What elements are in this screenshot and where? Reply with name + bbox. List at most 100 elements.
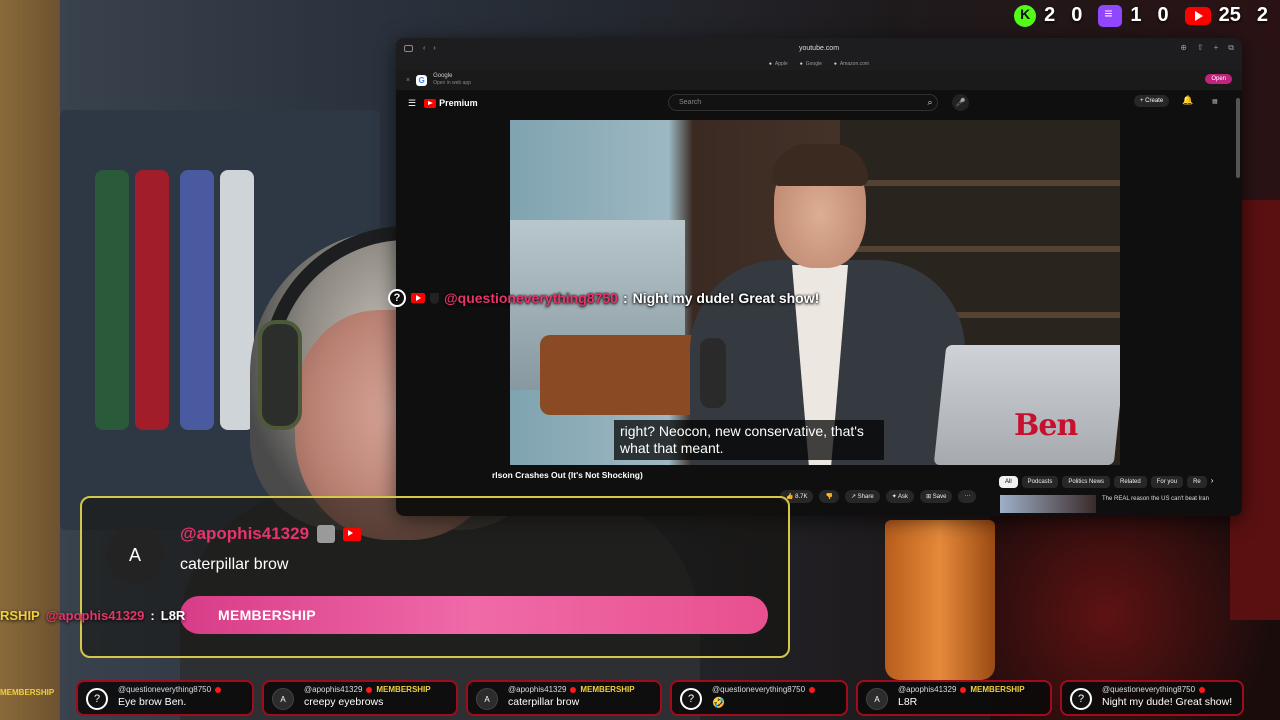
share-button[interactable]: ↗ Share [844,490,880,503]
twitch-viewers: 0 [1157,4,1169,26]
question-mark-avatar-icon: ? [1070,688,1092,710]
ticker-item: ? @questioneverything8750 🤣 [670,680,848,716]
webcam-shirt [180,170,214,430]
browser-toolbar: ‹ › youtube.com ⊕ ⇧ + ⧉ [396,38,1242,58]
youtube-badge-icon [960,686,967,693]
highlight-username-row: @apophis41329 [180,524,362,544]
search-input[interactable]: Search [668,94,938,111]
highlight-username: @apophis41329 [180,524,310,543]
ticker-message: caterpillar brow [508,696,580,708]
member-badge-icon [317,525,336,543]
webcam-cup [885,520,995,680]
twitch-followers: 1 [1130,4,1142,26]
banner-title: Google [433,73,453,79]
chip-politics-news[interactable]: Politics News [1062,476,1111,488]
youtube-badge-icon [215,686,222,693]
youtube-logo[interactable]: Premium [424,98,478,108]
youtube-badge-icon [366,686,373,693]
youtube-icon [1184,6,1211,25]
ticker-member-label: MEMBERSHIP [580,685,635,694]
youtube-play-icon [424,98,437,108]
menu-icon[interactable]: ☰ [408,98,416,109]
banner-subtitle: Open in web app [433,80,471,86]
twitch-icon [1098,4,1123,27]
video-microphone [700,338,726,408]
create-button[interactable]: + Create [1134,95,1170,107]
highlight-message: caterpillar brow [180,556,289,573]
ask-button[interactable]: ✦ Ask [885,490,915,503]
video-actions: 👍 8.7K 👎 ↗ Share ✦ Ask ⊞ Save ··· [780,490,977,503]
more-button[interactable]: ··· [958,490,977,503]
voice-search-icon[interactable]: 🎤 [952,94,969,111]
ticker-item: A @apophis41329 MEMBERSHIP creepy eyebrow… [262,680,458,716]
scrollbar[interactable] [1236,98,1240,178]
chat-separator: : [622,290,628,306]
search-icon[interactable]: ⌕ [918,94,942,111]
webcam-shirt [135,170,169,430]
webcam-shirt [220,170,254,430]
kick-icon [1014,4,1037,27]
headset-earcup [258,320,302,430]
side-chat-username: @apophis41329 [45,608,145,623]
youtube-badge-icon [809,686,816,693]
chat-message: Night my dude! Great show! [632,290,820,306]
side-chat-separator: : [150,608,155,623]
side-chat-prefix: RSHIP [0,608,40,623]
bookmark-item[interactable]: Apple [769,61,788,67]
bookmark-item[interactable]: Amazon.com [834,61,869,67]
chip-podcasts[interactable]: Podcasts [1021,476,1059,488]
chip-all[interactable]: All [999,476,1018,488]
ticker-message: 🤣 [712,697,726,709]
webcam-shirt [95,170,129,430]
youtube-badge-icon [343,527,362,541]
chip-for-you[interactable]: For you [1150,476,1184,488]
kick-viewers: 0 [1071,4,1083,26]
ticker-message: L8R [898,696,918,708]
side-chat-line: RSHIP @apophis41329 : L8R [0,608,185,623]
recommended-title: The REAL reason the US can't beat Iran [1102,496,1209,502]
platform-stats: 2 0 1 0 25 2 [1014,4,1268,27]
browser-window: ‹ › youtube.com ⊕ ⇧ + ⧉ Apple Google Ama… [396,38,1242,516]
floating-chat-message: ? @questioneverything8750 : Night my dud… [388,289,819,307]
question-mark-avatar-icon: ? [86,688,108,710]
chat-ticker: MEMBERSHIP ? @questioneverything8750 Eye… [0,680,1280,718]
ticker-username: @apophis41329 [304,685,363,694]
chat-username: @questioneverything8750 [444,290,618,306]
open-button[interactable]: Open [1205,74,1232,84]
video-brand-logo: Ben [1014,408,1078,443]
dislike-button[interactable]: 👎 [819,490,839,503]
ticker-username: @questioneverything8750 [712,685,806,694]
video-laptop [933,345,1120,465]
youtube-logo-label: Premium [439,98,478,108]
bookmark-item[interactable]: Google [800,61,822,67]
notifications-icon[interactable]: 🔔 [1182,95,1193,106]
moderator-shield-icon [430,292,439,304]
avatar: A [272,688,294,710]
membership-bar: MEMBERSHIP [180,596,768,634]
recommended-video[interactable]: The REAL reason the US can't beat Iran [1000,495,1230,513]
address-bar[interactable]: youtube.com [396,45,1242,52]
chip-truncated[interactable]: Re [1187,476,1207,488]
highlighted-chat-card: A @apophis41329 caterpillar brow MEMBERS… [80,496,790,658]
ticker-member-label: MEMBERSHIP [376,685,431,694]
question-mark-avatar-icon: ? [680,688,702,710]
video-sofa [540,335,710,415]
recommended-thumbnail [1000,495,1096,513]
chevron-right-icon[interactable]: › [1211,476,1214,488]
recommendation-chips: All Podcasts Politics News Related For y… [999,476,1213,488]
ticker-username: @apophis41329 [508,685,567,694]
ticker-item: ? @questioneverything8750 Night my dude!… [1060,680,1244,716]
bookmarks-bar: Apple Google Amazon.com [396,58,1242,70]
kick-followers: 2 [1044,4,1056,26]
save-button[interactable]: ⊞ Save [920,490,953,503]
avatar: A [106,526,164,584]
chip-related[interactable]: Related [1114,476,1147,488]
ticker-message: Eye brow Ben. [118,696,187,708]
close-icon[interactable]: × [406,77,410,84]
account-icon[interactable]: ▦ [1212,98,1218,105]
ticker-edge-label: MEMBERSHIP [0,688,55,697]
ticker-username: @questioneverything8750 [1102,685,1196,694]
video-title: rlson Crashes Out (It's Not Shocking) [492,470,643,480]
avatar: A [866,688,888,710]
ticker-message: creepy eyebrows [304,696,384,708]
